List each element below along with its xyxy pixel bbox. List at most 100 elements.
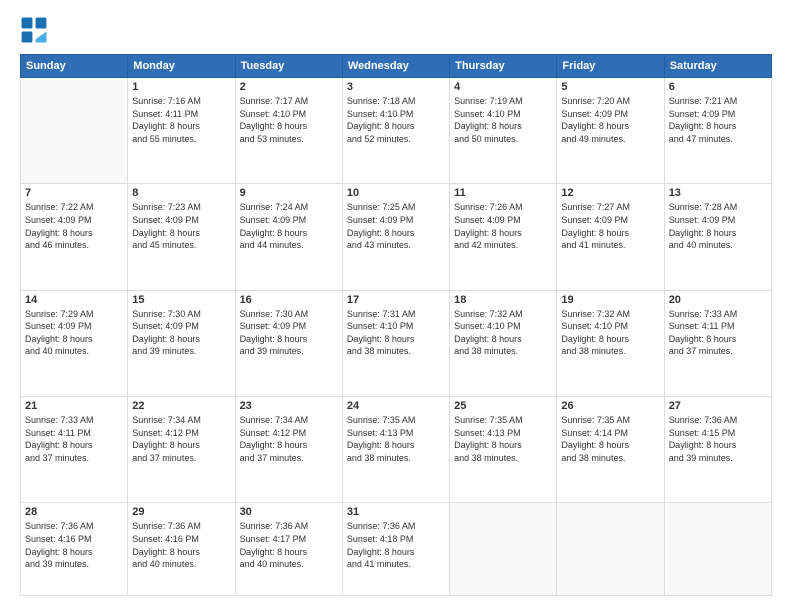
calendar-day-cell: 6 Sunrise: 7:21 AM Sunset: 4:09 PM Daylig… — [664, 78, 771, 184]
day-number: 8 — [132, 187, 230, 199]
weekday-header: Sunday — [21, 55, 128, 78]
day-number: 6 — [669, 81, 767, 93]
calendar-day-cell: 1 Sunrise: 7:16 AM Sunset: 4:11 PM Daylig… — [128, 78, 235, 184]
day-info: Sunrise: 7:16 AM Sunset: 4:11 PM Dayligh… — [132, 95, 230, 145]
weekday-header: Saturday — [664, 55, 771, 78]
day-number: 22 — [132, 400, 230, 412]
calendar-day-cell: 27 Sunrise: 7:36 AM Sunset: 4:15 PM Dayli… — [664, 397, 771, 503]
calendar-day-cell: 5 Sunrise: 7:20 AM Sunset: 4:09 PM Daylig… — [557, 78, 664, 184]
calendar-day-cell — [450, 503, 557, 596]
calendar-day-cell: 17 Sunrise: 7:31 AM Sunset: 4:10 PM Dayli… — [342, 290, 449, 396]
day-info: Sunrise: 7:26 AM Sunset: 4:09 PM Dayligh… — [454, 201, 552, 251]
day-number: 3 — [347, 81, 445, 93]
calendar-day-cell: 30 Sunrise: 7:36 AM Sunset: 4:17 PM Dayli… — [235, 503, 342, 596]
day-number: 21 — [25, 400, 123, 412]
day-info: Sunrise: 7:36 AM Sunset: 4:18 PM Dayligh… — [347, 520, 445, 570]
day-info: Sunrise: 7:36 AM Sunset: 4:16 PM Dayligh… — [132, 520, 230, 570]
day-number: 28 — [25, 506, 123, 518]
day-number: 18 — [454, 294, 552, 306]
day-number: 19 — [561, 294, 659, 306]
day-number: 24 — [347, 400, 445, 412]
weekday-header: Monday — [128, 55, 235, 78]
day-info: Sunrise: 7:18 AM Sunset: 4:10 PM Dayligh… — [347, 95, 445, 145]
calendar-table: SundayMondayTuesdayWednesdayThursdayFrid… — [20, 54, 772, 596]
day-info: Sunrise: 7:24 AM Sunset: 4:09 PM Dayligh… — [240, 201, 338, 251]
calendar-day-cell — [21, 78, 128, 184]
day-number: 16 — [240, 294, 338, 306]
day-info: Sunrise: 7:25 AM Sunset: 4:09 PM Dayligh… — [347, 201, 445, 251]
day-number: 4 — [454, 81, 552, 93]
day-number: 27 — [669, 400, 767, 412]
day-number: 14 — [25, 294, 123, 306]
calendar-day-cell: 19 Sunrise: 7:32 AM Sunset: 4:10 PM Dayli… — [557, 290, 664, 396]
day-info: Sunrise: 7:31 AM Sunset: 4:10 PM Dayligh… — [347, 308, 445, 358]
calendar-day-cell: 4Sunrise: 7:19 AM Sunset: 4:10 PM Daylig… — [450, 78, 557, 184]
day-info: Sunrise: 7:36 AM Sunset: 4:17 PM Dayligh… — [240, 520, 338, 570]
calendar-day-cell — [664, 503, 771, 596]
weekday-header: Thursday — [450, 55, 557, 78]
calendar-week-row: 28 Sunrise: 7:36 AM Sunset: 4:16 PM Dayli… — [21, 503, 772, 596]
calendar-day-cell: 14 Sunrise: 7:29 AM Sunset: 4:09 PM Dayli… — [21, 290, 128, 396]
calendar-day-cell: 2Sunrise: 7:17 AM Sunset: 4:10 PM Daylig… — [235, 78, 342, 184]
day-info: Sunrise: 7:36 AM Sunset: 4:15 PM Dayligh… — [669, 414, 767, 464]
day-info: Sunrise: 7:28 AM Sunset: 4:09 PM Dayligh… — [669, 201, 767, 251]
calendar-day-cell: 8 Sunrise: 7:23 AM Sunset: 4:09 PM Daylig… — [128, 184, 235, 290]
calendar-day-cell: 10 Sunrise: 7:25 AM Sunset: 4:09 PM Dayli… — [342, 184, 449, 290]
calendar-day-cell: 22 Sunrise: 7:34 AM Sunset: 4:12 PM Dayli… — [128, 397, 235, 503]
calendar-day-cell: 24 Sunrise: 7:35 AM Sunset: 4:13 PM Dayli… — [342, 397, 449, 503]
calendar-day-cell: 23 Sunrise: 7:34 AM Sunset: 4:12 PM Dayli… — [235, 397, 342, 503]
calendar-day-cell: 29 Sunrise: 7:36 AM Sunset: 4:16 PM Dayli… — [128, 503, 235, 596]
day-info: Sunrise: 7:36 AM Sunset: 4:16 PM Dayligh… — [25, 520, 123, 570]
day-number: 23 — [240, 400, 338, 412]
day-number: 30 — [240, 506, 338, 518]
page: SundayMondayTuesdayWednesdayThursdayFrid… — [0, 0, 792, 612]
calendar-day-cell: 18Sunrise: 7:32 AM Sunset: 4:10 PM Dayli… — [450, 290, 557, 396]
day-info: Sunrise: 7:29 AM Sunset: 4:09 PM Dayligh… — [25, 308, 123, 358]
day-info: Sunrise: 7:23 AM Sunset: 4:09 PM Dayligh… — [132, 201, 230, 251]
calendar-day-cell: 7Sunrise: 7:22 AM Sunset: 4:09 PM Daylig… — [21, 184, 128, 290]
day-info: Sunrise: 7:35 AM Sunset: 4:14 PM Dayligh… — [561, 414, 659, 464]
day-number: 11 — [454, 187, 552, 199]
day-number: 12 — [561, 187, 659, 199]
day-info: Sunrise: 7:20 AM Sunset: 4:09 PM Dayligh… — [561, 95, 659, 145]
day-info: Sunrise: 7:34 AM Sunset: 4:12 PM Dayligh… — [240, 414, 338, 464]
calendar-day-cell: 13 Sunrise: 7:28 AM Sunset: 4:09 PM Dayli… — [664, 184, 771, 290]
weekday-header: Friday — [557, 55, 664, 78]
day-number: 9 — [240, 187, 338, 199]
day-info: Sunrise: 7:33 AM Sunset: 4:11 PM Dayligh… — [669, 308, 767, 358]
calendar-week-row: 7Sunrise: 7:22 AM Sunset: 4:09 PM Daylig… — [21, 184, 772, 290]
calendar-header-row: SundayMondayTuesdayWednesdayThursdayFrid… — [21, 55, 772, 78]
day-number: 13 — [669, 187, 767, 199]
day-info: Sunrise: 7:33 AM Sunset: 4:11 PM Dayligh… — [25, 414, 123, 464]
calendar-day-cell: 16Sunrise: 7:30 AM Sunset: 4:09 PM Dayli… — [235, 290, 342, 396]
calendar-day-cell: 11 Sunrise: 7:26 AM Sunset: 4:09 PM Dayli… — [450, 184, 557, 290]
calendar-day-cell: 25Sunrise: 7:35 AM Sunset: 4:13 PM Dayli… — [450, 397, 557, 503]
day-info: Sunrise: 7:32 AM Sunset: 4:10 PM Dayligh… — [561, 308, 659, 358]
calendar-day-cell: 21 Sunrise: 7:33 AM Sunset: 4:11 PM Dayli… — [21, 397, 128, 503]
day-number: 5 — [561, 81, 659, 93]
day-info: Sunrise: 7:27 AM Sunset: 4:09 PM Dayligh… — [561, 201, 659, 251]
calendar-day-cell: 20 Sunrise: 7:33 AM Sunset: 4:11 PM Dayli… — [664, 290, 771, 396]
day-number: 10 — [347, 187, 445, 199]
day-info: Sunrise: 7:35 AM Sunset: 4:13 PM Dayligh… — [454, 414, 552, 464]
day-info: Sunrise: 7:35 AM Sunset: 4:13 PM Dayligh… — [347, 414, 445, 464]
day-info: Sunrise: 7:34 AM Sunset: 4:12 PM Dayligh… — [132, 414, 230, 464]
day-number: 17 — [347, 294, 445, 306]
logo-icon — [20, 16, 48, 44]
day-info: Sunrise: 7:30 AM Sunset: 4:09 PM Dayligh… — [132, 308, 230, 358]
calendar-day-cell: 28 Sunrise: 7:36 AM Sunset: 4:16 PM Dayli… — [21, 503, 128, 596]
calendar-week-row: 14 Sunrise: 7:29 AM Sunset: 4:09 PM Dayli… — [21, 290, 772, 396]
weekday-header: Wednesday — [342, 55, 449, 78]
calendar-day-cell: 9 Sunrise: 7:24 AM Sunset: 4:09 PM Daylig… — [235, 184, 342, 290]
day-number: 1 — [132, 81, 230, 93]
weekday-header: Tuesday — [235, 55, 342, 78]
day-info: Sunrise: 7:22 AM Sunset: 4:09 PM Dayligh… — [25, 201, 123, 251]
calendar-day-cell: 31Sunrise: 7:36 AM Sunset: 4:18 PM Dayli… — [342, 503, 449, 596]
logo — [20, 16, 52, 44]
day-number: 26 — [561, 400, 659, 412]
day-info: Sunrise: 7:21 AM Sunset: 4:09 PM Dayligh… — [669, 95, 767, 145]
calendar-day-cell: 15Sunrise: 7:30 AM Sunset: 4:09 PM Dayli… — [128, 290, 235, 396]
day-number: 29 — [132, 506, 230, 518]
day-number: 20 — [669, 294, 767, 306]
calendar-day-cell — [557, 503, 664, 596]
